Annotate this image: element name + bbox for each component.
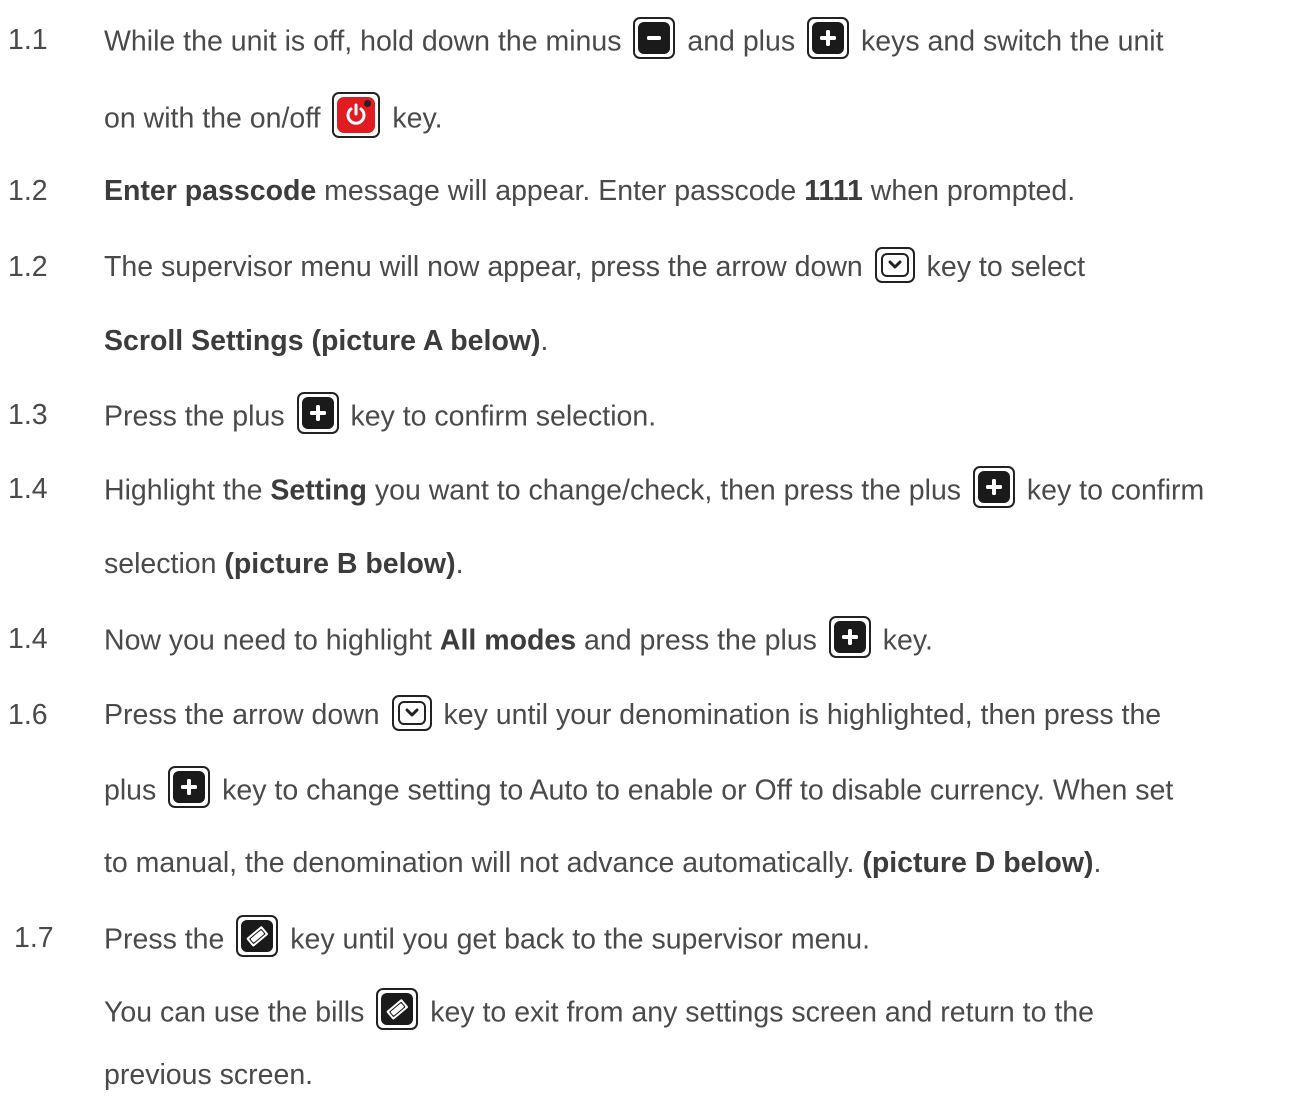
step-number: 1.2 [8,251,48,283]
instruction-page: 1.1 While the unit is off, hold down the… [0,0,1300,1100]
step-text: on with the on/off key. [104,92,443,143]
step-number: 1.3 [8,399,48,431]
step-text: previous screen. [104,1059,314,1091]
step-text: You can use the bills key to exit from a… [104,988,1094,1035]
step-number: 1.6 [8,699,48,731]
step-text: selection (picture B below). [104,548,464,580]
plus-key-icon [296,392,339,434]
step-text: Now you need to highlight All modes and … [104,616,933,663]
step-text: Enter passcode message will appear. Ente… [104,175,1076,207]
step-number: 1.4 [8,473,48,505]
step-text: to manual, the denomination will not adv… [104,847,1102,879]
step-number: 1.7 [14,922,54,954]
plus-key-icon [972,466,1015,508]
step-number: 1.2 [8,175,48,207]
power-key-icon [332,92,381,138]
arrow-down-key-icon [874,247,915,284]
bills-key-icon [376,988,419,1030]
arrow-down-key-icon [391,695,432,732]
step-text: Scroll Settings (picture A below). [104,325,549,357]
step-number: 1.4 [8,623,48,655]
bills-key-icon [236,915,279,957]
step-text: plus key to change setting to Auto to en… [104,766,1173,813]
step-text: Press the key until you get back to the … [104,915,870,962]
step-text: Press the arrow down key until your deno… [104,695,1161,734]
step-number: 1.1 [8,24,48,56]
plus-key-icon [168,766,211,808]
minus-key-icon [633,17,676,59]
plus-key-icon [807,17,850,59]
step-text: While the unit is off, hold down the min… [104,17,1164,64]
step-text: Highlight the Setting you want to change… [104,466,1204,513]
plus-key-icon [828,616,871,658]
step-text: Press the plus key to confirm selection. [104,392,656,439]
step-text: The supervisor menu will now appear, pre… [104,247,1085,286]
